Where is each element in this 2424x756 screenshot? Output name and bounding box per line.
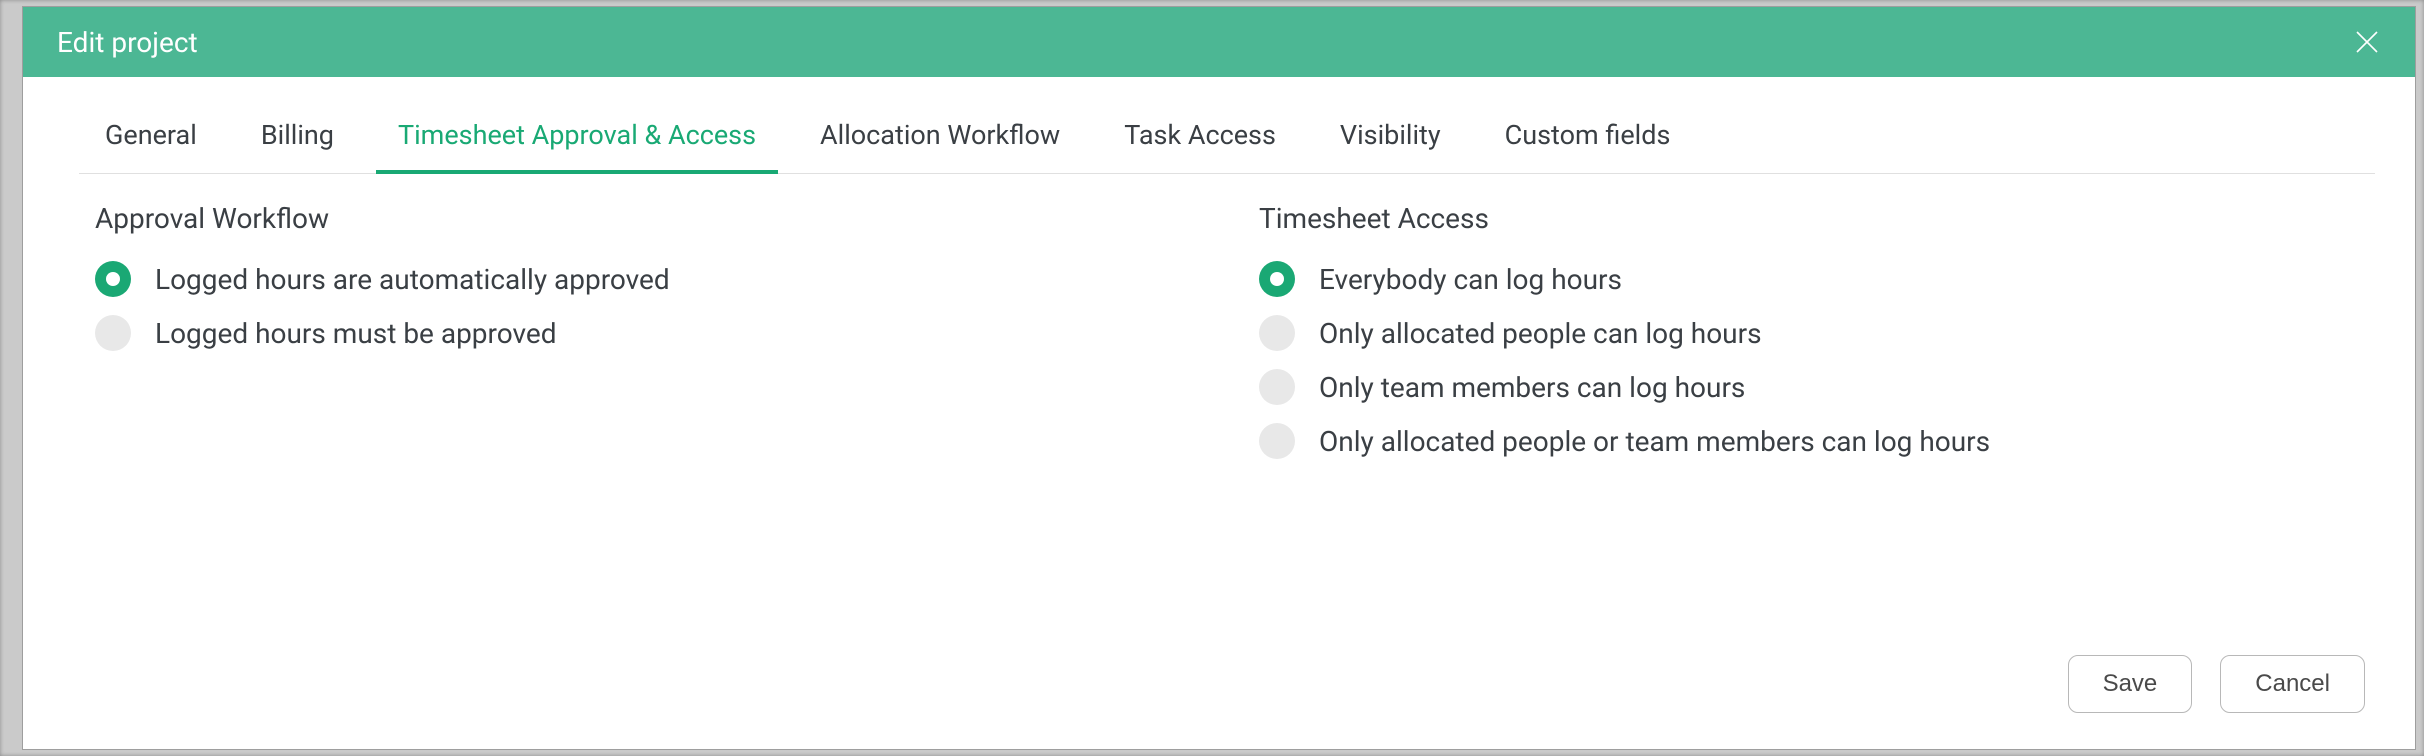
- access-option-everybody[interactable]: Everybody can log hours: [1259, 261, 2375, 297]
- radio-icon: [1259, 315, 1295, 351]
- tab-task-access[interactable]: Task Access: [1122, 119, 1278, 173]
- radio-icon: [95, 261, 131, 297]
- approval-option-auto[interactable]: Logged hours are automatically approved: [95, 261, 1259, 297]
- radio-icon: [1259, 261, 1295, 297]
- radio-label: Logged hours must be approved: [155, 317, 557, 350]
- modal-footer: Save Cancel: [79, 655, 2375, 719]
- edit-project-modal: Edit project General Billing Timesheet A…: [22, 6, 2416, 750]
- radio-label: Everybody can log hours: [1319, 263, 1622, 296]
- approval-workflow-title: Approval Workflow: [95, 202, 1259, 235]
- approval-workflow-section: Approval Workflow Logged hours are autom…: [79, 202, 1259, 477]
- close-button[interactable]: [2349, 24, 2385, 60]
- access-option-allocated[interactable]: Only allocated people can log hours: [1259, 315, 2375, 351]
- radio-label: Logged hours are automatically approved: [155, 263, 670, 296]
- access-option-team-members[interactable]: Only team members can log hours: [1259, 369, 2375, 405]
- modal-title: Edit project: [57, 26, 198, 59]
- radio-icon: [95, 315, 131, 351]
- timesheet-access-section: Timesheet Access Everybody can log hours…: [1259, 202, 2375, 477]
- radio-label: Only team members can log hours: [1319, 371, 1745, 404]
- radio-icon: [1259, 423, 1295, 459]
- approval-option-manual[interactable]: Logged hours must be approved: [95, 315, 1259, 351]
- timesheet-access-title: Timesheet Access: [1259, 202, 2375, 235]
- radio-label: Only allocated people or team members ca…: [1319, 425, 1990, 458]
- save-button[interactable]: Save: [2068, 655, 2193, 713]
- modal-header: Edit project: [23, 7, 2415, 77]
- radio-label: Only allocated people can log hours: [1319, 317, 1762, 350]
- access-option-allocated-or-team[interactable]: Only allocated people or team members ca…: [1259, 423, 2375, 459]
- tab-allocation-workflow[interactable]: Allocation Workflow: [818, 119, 1062, 173]
- tabs: General Billing Timesheet Approval & Acc…: [79, 119, 2375, 174]
- tab-custom-fields[interactable]: Custom fields: [1503, 119, 1673, 173]
- cancel-button[interactable]: Cancel: [2220, 655, 2365, 713]
- tab-visibility[interactable]: Visibility: [1338, 119, 1443, 173]
- radio-icon: [1259, 369, 1295, 405]
- modal-body: General Billing Timesheet Approval & Acc…: [23, 77, 2415, 749]
- tab-timesheet-approval-access[interactable]: Timesheet Approval & Access: [396, 119, 758, 173]
- close-icon: [2352, 27, 2382, 57]
- tab-general[interactable]: General: [103, 119, 199, 173]
- content-columns: Approval Workflow Logged hours are autom…: [79, 202, 2375, 477]
- tab-billing[interactable]: Billing: [259, 119, 336, 173]
